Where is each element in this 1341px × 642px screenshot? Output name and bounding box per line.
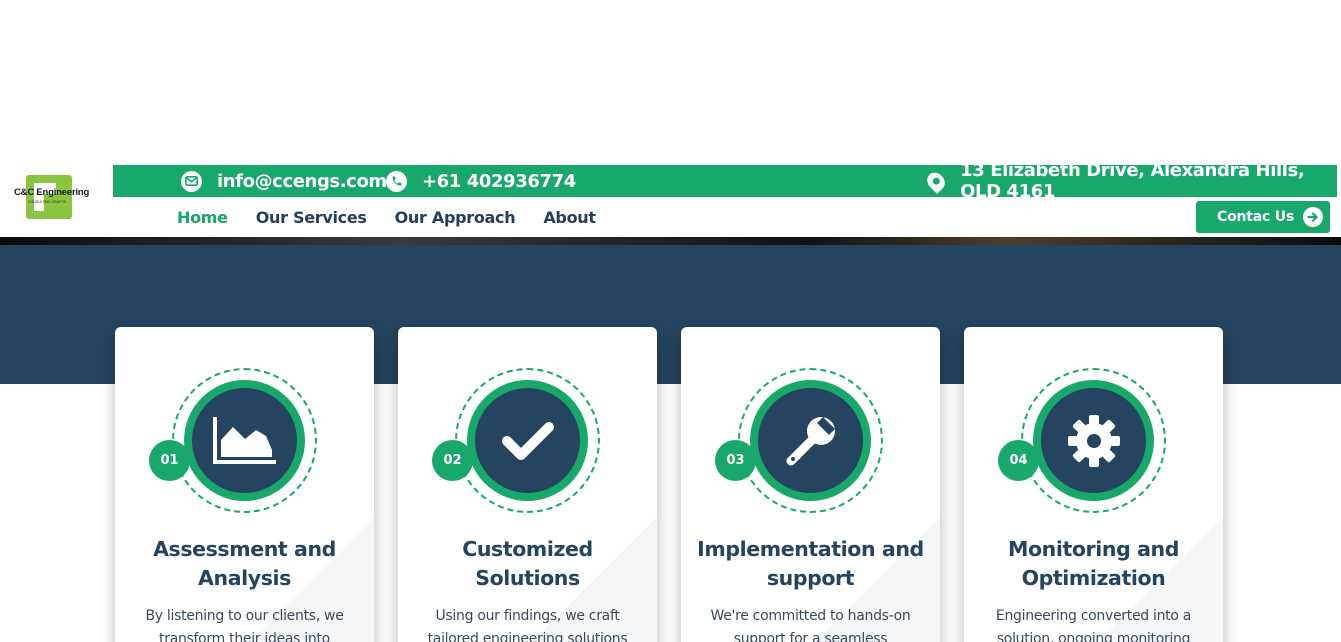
wrench-icon	[786, 416, 835, 465]
approach-card-monitoring: 04 Monitoring and Optimization Engineeri…	[964, 327, 1223, 642]
phone-text: +61 402936774	[422, 170, 576, 192]
card-description: We're committed to hands-on support for …	[710, 608, 911, 642]
brand-logo[interactable]: C&C Engineering CONSULTING CRAFTS	[14, 175, 89, 220]
contact-us-button[interactable]: Contac Us	[1196, 201, 1330, 233]
phone-link[interactable]: +61 402936774	[386, 165, 576, 197]
icon-circle	[184, 380, 305, 501]
icon-circle	[1033, 380, 1154, 501]
card-description: Using our findings, we craft tailored en…	[427, 608, 628, 642]
icon-circle	[467, 380, 588, 501]
approach-card-implementation: 03 Implementation and support We're comm…	[681, 327, 940, 642]
step-number: 01	[149, 440, 190, 481]
card-description: Engineering converted into a solution, o…	[995, 608, 1192, 642]
address-text: 13 Elizabeth Drive, Alexandra Hills, QLD…	[960, 160, 1305, 202]
logo-tagline: CONSULTING CRAFTS	[28, 200, 66, 204]
step-number: 04	[998, 440, 1039, 481]
email-link[interactable]: info@ccengs.com	[181, 165, 387, 197]
approach-card-customized: 02 Customized Solutions Using our findin…	[398, 327, 657, 642]
icon-circle	[750, 380, 871, 501]
card-title: Assessment and Analysis	[153, 537, 336, 590]
checkmark-icon	[501, 421, 554, 460]
logo-name: C&C Engineering	[14, 187, 90, 198]
hero-image-strip	[0, 237, 1341, 245]
nav-home[interactable]: Home	[177, 205, 228, 230]
map-pin-icon	[923, 168, 949, 194]
main-nav: Home Our Services Our Approach About	[177, 205, 596, 230]
area-chart-icon	[212, 416, 276, 464]
nav-our-services[interactable]: Our Services	[256, 205, 367, 230]
card-title: Monitoring and Optimization	[1007, 537, 1180, 590]
contact-bar: info@ccengs.com +61 402936774 13 Elizabe…	[113, 160, 1337, 202]
phone-icon	[386, 170, 407, 192]
gear-icon	[1067, 414, 1120, 467]
card-title: Customized Solutions	[462, 537, 593, 590]
envelope-icon	[181, 170, 202, 192]
step-number: 03	[715, 440, 756, 481]
step-number: 02	[432, 440, 473, 481]
email-text: info@ccengs.com	[217, 170, 387, 192]
arrow-right-icon	[1303, 207, 1323, 227]
contact-us-label: Contac Us	[1217, 209, 1295, 225]
card-description: By listening to our clients, we transfor…	[145, 608, 344, 642]
card-title: Implementation and support	[697, 537, 924, 590]
approach-card-assessment: 01 Assessment and Analysis By listening …	[115, 327, 374, 642]
address-link[interactable]: 13 Elizabeth Drive, Alexandra Hills, QLD…	[923, 160, 1337, 202]
nav-our-approach[interactable]: Our Approach	[395, 205, 516, 230]
nav-about[interactable]: About	[543, 205, 596, 230]
